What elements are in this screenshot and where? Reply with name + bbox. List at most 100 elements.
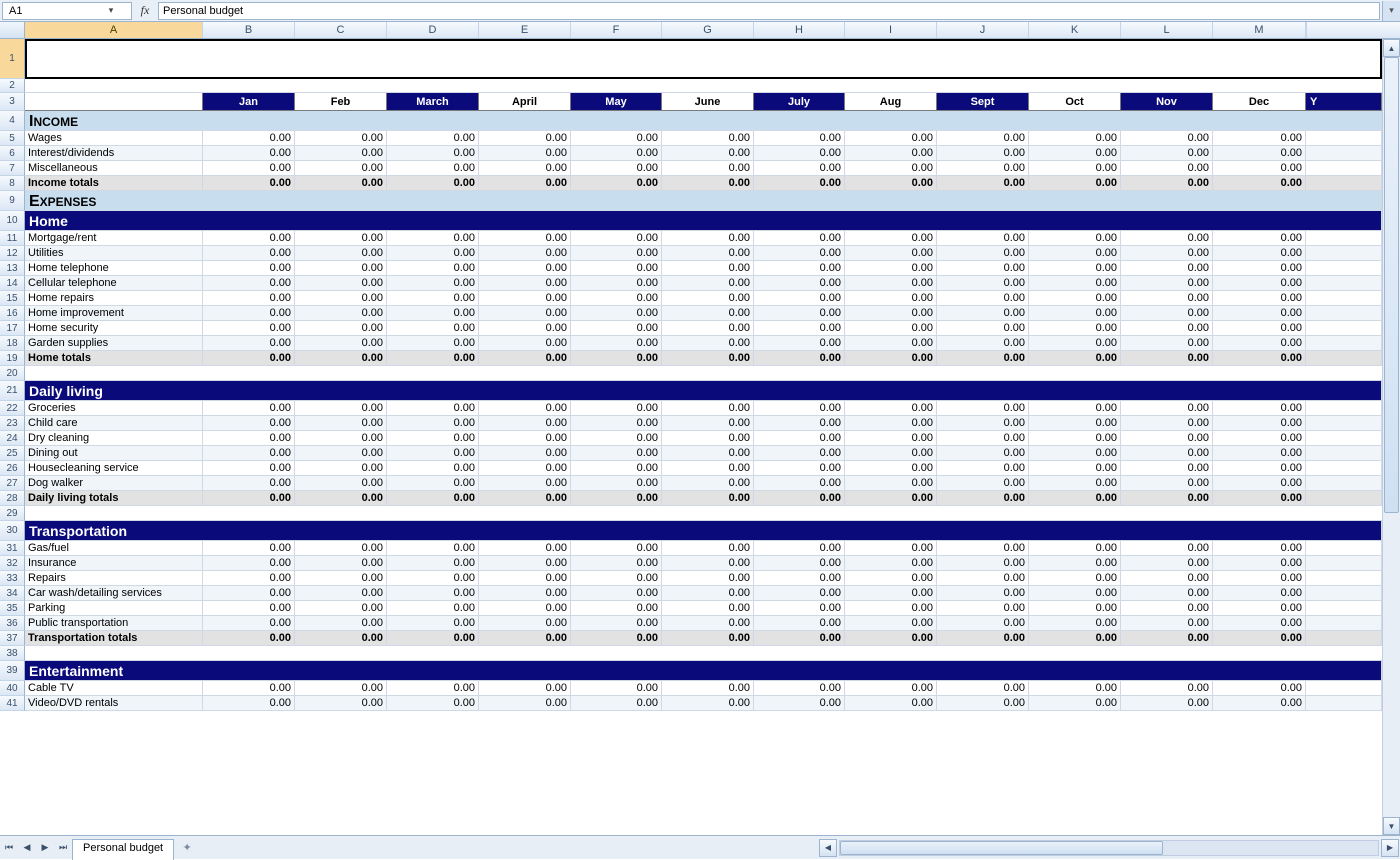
new-sheet-button[interactable]: ✦ [178,838,196,856]
worksheet-grid[interactable]: 1Personal budget23JanFebMarchAprilMayJun… [0,39,1382,835]
value-cell[interactable] [1306,461,1382,476]
row-header[interactable]: 38 [0,646,25,661]
tab-next-button[interactable]: ▶ [36,839,54,857]
value-cell[interactable]: 0.00 [387,681,479,696]
value-cell[interactable]: 0.00 [387,131,479,146]
value-cell[interactable]: 0.00 [295,261,387,276]
column-header-G[interactable]: G [662,22,754,38]
value-cell[interactable]: 0.00 [845,416,937,431]
row-header[interactable]: 1 [0,39,25,79]
row-header[interactable]: 29 [0,506,25,521]
value-cell[interactable]: 0.00 [203,631,295,646]
value-cell[interactable]: 0.00 [1029,601,1121,616]
value-cell[interactable]: 0.00 [295,351,387,366]
row-label[interactable]: Housecleaning service [25,461,203,476]
value-cell[interactable]: 0.00 [295,146,387,161]
row-header[interactable]: 22 [0,401,25,416]
column-header-K[interactable]: K [1029,22,1121,38]
row-label[interactable]: Utilities [25,246,203,261]
value-cell[interactable]: 0.00 [1213,146,1306,161]
value-cell[interactable]: 0.00 [479,681,571,696]
value-cell[interactable]: 0.00 [295,321,387,336]
value-cell[interactable]: 0.00 [387,586,479,601]
column-header-E[interactable]: E [479,22,571,38]
value-cell[interactable]: 0.00 [845,556,937,571]
vertical-scrollbar[interactable]: ▲ ▼ [1382,39,1400,835]
value-cell[interactable]: 0.00 [387,491,479,506]
value-cell[interactable]: 0.00 [754,461,845,476]
value-cell[interactable]: 0.00 [845,446,937,461]
value-cell[interactable]: 0.00 [662,541,754,556]
row-label[interactable]: Transportation totals [25,631,203,646]
value-cell[interactable]: 0.00 [662,131,754,146]
tab-last-button[interactable]: ⏭ [54,839,72,857]
value-cell[interactable]: 0.00 [387,541,479,556]
value-cell[interactable]: 0.00 [571,461,662,476]
value-cell[interactable]: 0.00 [203,476,295,491]
value-cell[interactable]: 0.00 [937,246,1029,261]
value-cell[interactable]: 0.00 [295,401,387,416]
row-label[interactable]: Car wash/detailing services [25,586,203,601]
value-cell[interactable]: 0.00 [571,446,662,461]
value-cell[interactable]: 0.00 [479,571,571,586]
value-cell[interactable]: 0.00 [295,416,387,431]
value-cell[interactable] [1306,541,1382,556]
value-cell[interactable]: 0.00 [754,476,845,491]
value-cell[interactable]: 0.00 [845,616,937,631]
value-cell[interactable]: 0.00 [479,696,571,711]
value-cell[interactable]: 0.00 [387,306,479,321]
subsection-header[interactable]: Daily living [25,381,1382,401]
value-cell[interactable]: 0.00 [662,176,754,191]
scroll-right-button[interactable]: ▶ [1381,839,1399,857]
value-cell[interactable]: 0.00 [845,146,937,161]
value-cell[interactable]: 0.00 [1029,491,1121,506]
value-cell[interactable]: 0.00 [937,616,1029,631]
value-cell[interactable]: 0.00 [479,291,571,306]
value-cell[interactable]: 0.00 [203,176,295,191]
value-cell[interactable] [1306,161,1382,176]
value-cell[interactable]: 0.00 [662,491,754,506]
value-cell[interactable] [1306,696,1382,711]
value-cell[interactable]: 0.00 [845,176,937,191]
value-cell[interactable]: 0.00 [937,556,1029,571]
value-cell[interactable]: 0.00 [387,631,479,646]
value-cell[interactable] [1306,291,1382,306]
row-label[interactable]: Dry cleaning [25,431,203,446]
value-cell[interactable]: 0.00 [937,541,1029,556]
value-cell[interactable]: 0.00 [845,276,937,291]
value-cell[interactable]: 0.00 [203,161,295,176]
year-header-partial[interactable]: Y [1306,93,1382,111]
value-cell[interactable]: 0.00 [1029,476,1121,491]
value-cell[interactable]: 0.00 [479,176,571,191]
column-header-L[interactable]: L [1121,22,1213,38]
value-cell[interactable]: 0.00 [754,541,845,556]
value-cell[interactable]: 0.00 [387,276,479,291]
value-cell[interactable]: 0.00 [845,541,937,556]
section-header[interactable]: INCOME [25,111,1382,131]
value-cell[interactable] [1306,491,1382,506]
value-cell[interactable]: 0.00 [479,541,571,556]
value-cell[interactable]: 0.00 [203,261,295,276]
value-cell[interactable]: 0.00 [571,476,662,491]
value-cell[interactable]: 0.00 [937,696,1029,711]
sheet-tab[interactable]: Personal budget [72,839,174,860]
value-cell[interactable]: 0.00 [845,681,937,696]
value-cell[interactable]: 0.00 [937,416,1029,431]
value-cell[interactable] [1306,431,1382,446]
formula-input[interactable] [158,2,1380,20]
value-cell[interactable]: 0.00 [662,696,754,711]
value-cell[interactable]: 0.00 [845,306,937,321]
value-cell[interactable]: 0.00 [295,601,387,616]
value-cell[interactable]: 0.00 [295,586,387,601]
row-label[interactable]: Home telephone [25,261,203,276]
row-label[interactable]: Insurance [25,556,203,571]
value-cell[interactable]: 0.00 [387,461,479,476]
column-header-A[interactable]: A [25,22,203,38]
value-cell[interactable]: 0.00 [754,146,845,161]
value-cell[interactable]: 0.00 [845,261,937,276]
value-cell[interactable]: 0.00 [571,246,662,261]
row-header[interactable]: 6 [0,146,25,161]
value-cell[interactable]: 0.00 [1213,231,1306,246]
value-cell[interactable]: 0.00 [754,431,845,446]
value-cell[interactable]: 0.00 [1029,336,1121,351]
